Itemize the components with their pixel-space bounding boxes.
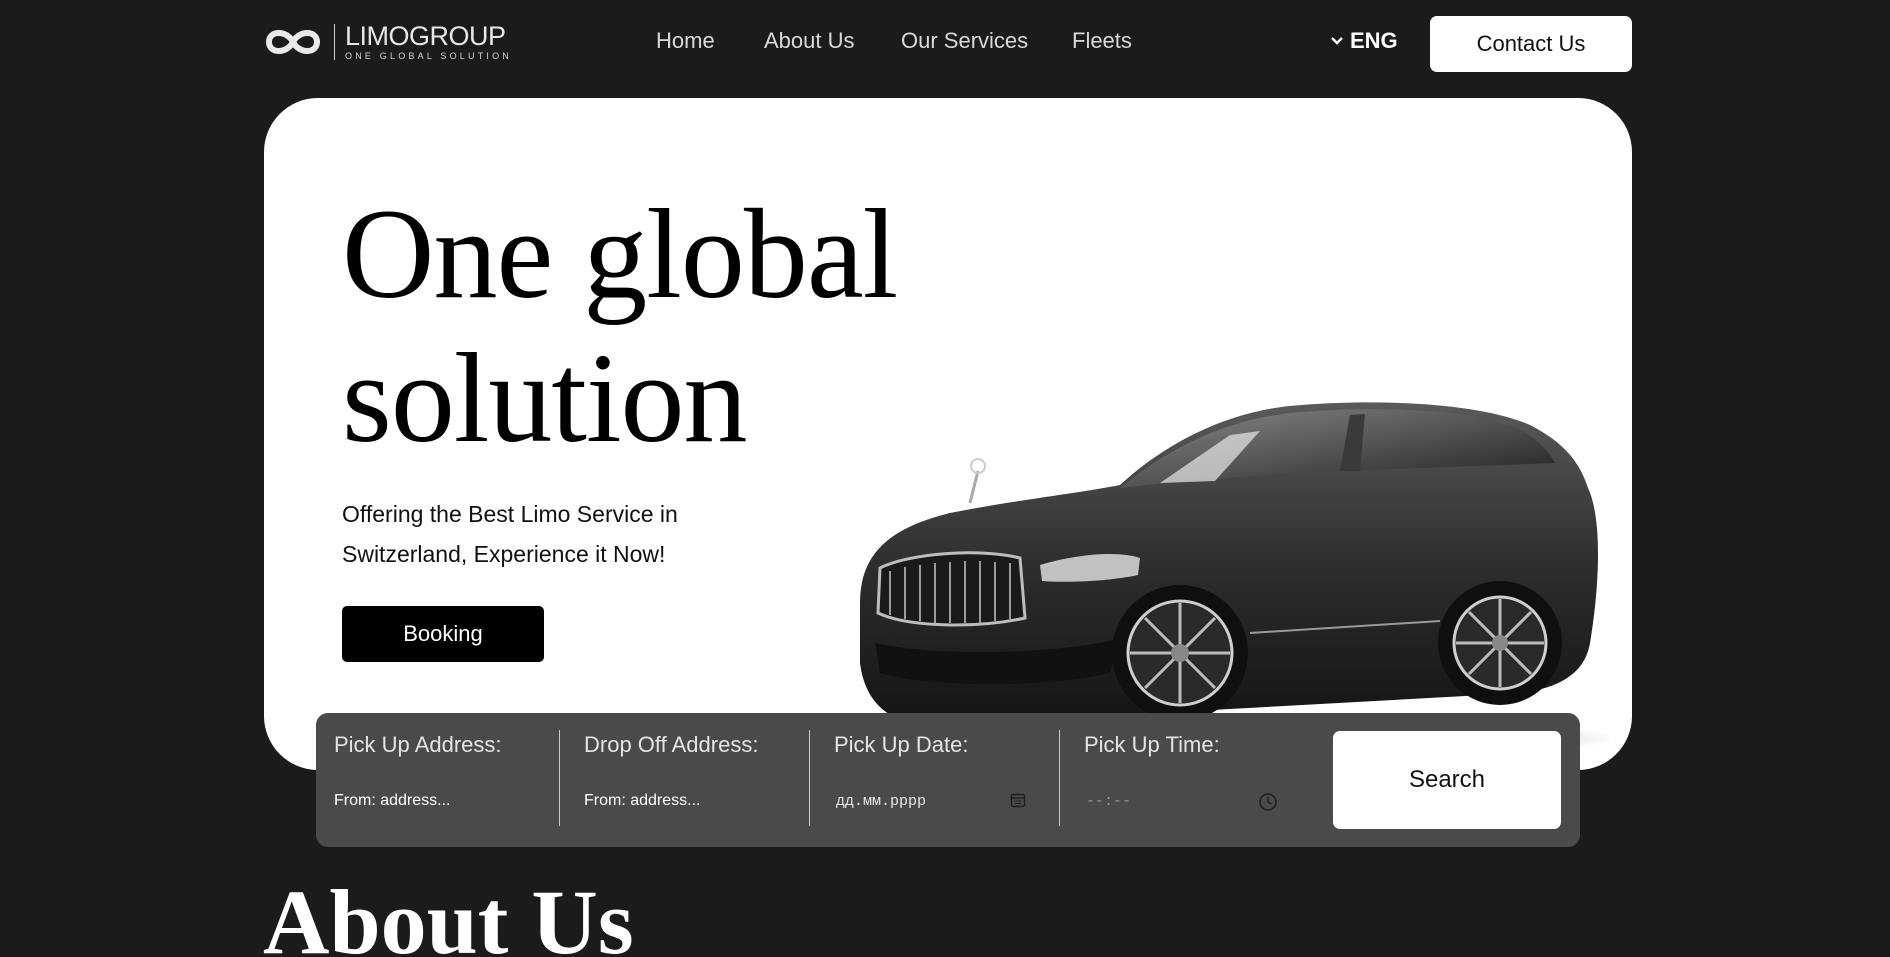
dropoff-address-label: Drop Off Address:: [584, 732, 759, 757]
dropoff-address-input[interactable]: [584, 789, 804, 813]
pickup-time-input[interactable]: --:--: [1086, 793, 1131, 810]
nav-home[interactable]: Home: [656, 28, 715, 54]
hero-title: One global solution: [342, 182, 898, 470]
nav-about-us[interactable]: About Us: [764, 28, 855, 54]
brand-name: LIMOGROUP: [345, 21, 506, 51]
infinity-logo-icon: [265, 30, 321, 54]
pickup-date-input[interactable]: дд.мм.рррр: [836, 793, 926, 810]
search-button[interactable]: Search: [1333, 731, 1561, 829]
car-image: [860, 402, 1610, 760]
hero-subtitle: Offering the Best Limo Service in Switze…: [342, 494, 732, 574]
hero-subtitle-line1: Offering the Best Limo Service in: [342, 501, 678, 527]
about-us-heading: About Us: [263, 871, 634, 957]
chevron-down-icon: [1331, 37, 1343, 45]
booking-search-bar: Pick Up Address: Drop Off Address: Pick …: [316, 713, 1580, 847]
pickup-time-label: Pick Up Time:: [1084, 732, 1220, 757]
pickup-address-label: Pick Up Address:: [334, 732, 502, 757]
pickup-date-field[interactable]: Pick Up Date: дд.мм.рррр: [834, 713, 1054, 847]
pickup-date-label: Pick Up Date:: [834, 732, 969, 757]
hero-section: One global solution Offering the Best Li…: [264, 98, 1632, 770]
pickup-address-field: Pick Up Address:: [334, 713, 554, 847]
nav-our-services[interactable]: Our Services: [901, 28, 1028, 54]
brand-logo[interactable]: LIMOGROUP ONE GLOBAL SOLUTION: [263, 22, 512, 62]
pickup-time-field[interactable]: Pick Up Time: --:--: [1084, 713, 1304, 847]
hero-subtitle-line2: Switzerland, Experience it Now!: [342, 541, 666, 567]
calendar-icon[interactable]: [1010, 792, 1026, 808]
booking-button[interactable]: Booking: [342, 606, 544, 662]
clock-icon[interactable]: [1258, 792, 1278, 812]
field-divider: [559, 730, 560, 826]
hero-title-line2: solution: [342, 327, 747, 469]
logo-divider: [334, 24, 335, 60]
contact-us-button[interactable]: Contact Us: [1430, 16, 1632, 72]
language-label: ENG: [1350, 28, 1398, 53]
brand-tagline: ONE GLOBAL SOLUTION: [345, 51, 512, 61]
brand-text: LIMOGROUP ONE GLOBAL SOLUTION: [345, 22, 512, 62]
dropoff-address-field: Drop Off Address:: [584, 713, 804, 847]
field-divider: [1059, 730, 1060, 826]
language-selector[interactable]: ENG: [1330, 28, 1398, 54]
hero-title-line1: One global: [342, 183, 898, 325]
field-divider: [809, 730, 810, 826]
pickup-address-input[interactable]: [334, 789, 554, 813]
nav-fleets[interactable]: Fleets: [1072, 28, 1132, 54]
